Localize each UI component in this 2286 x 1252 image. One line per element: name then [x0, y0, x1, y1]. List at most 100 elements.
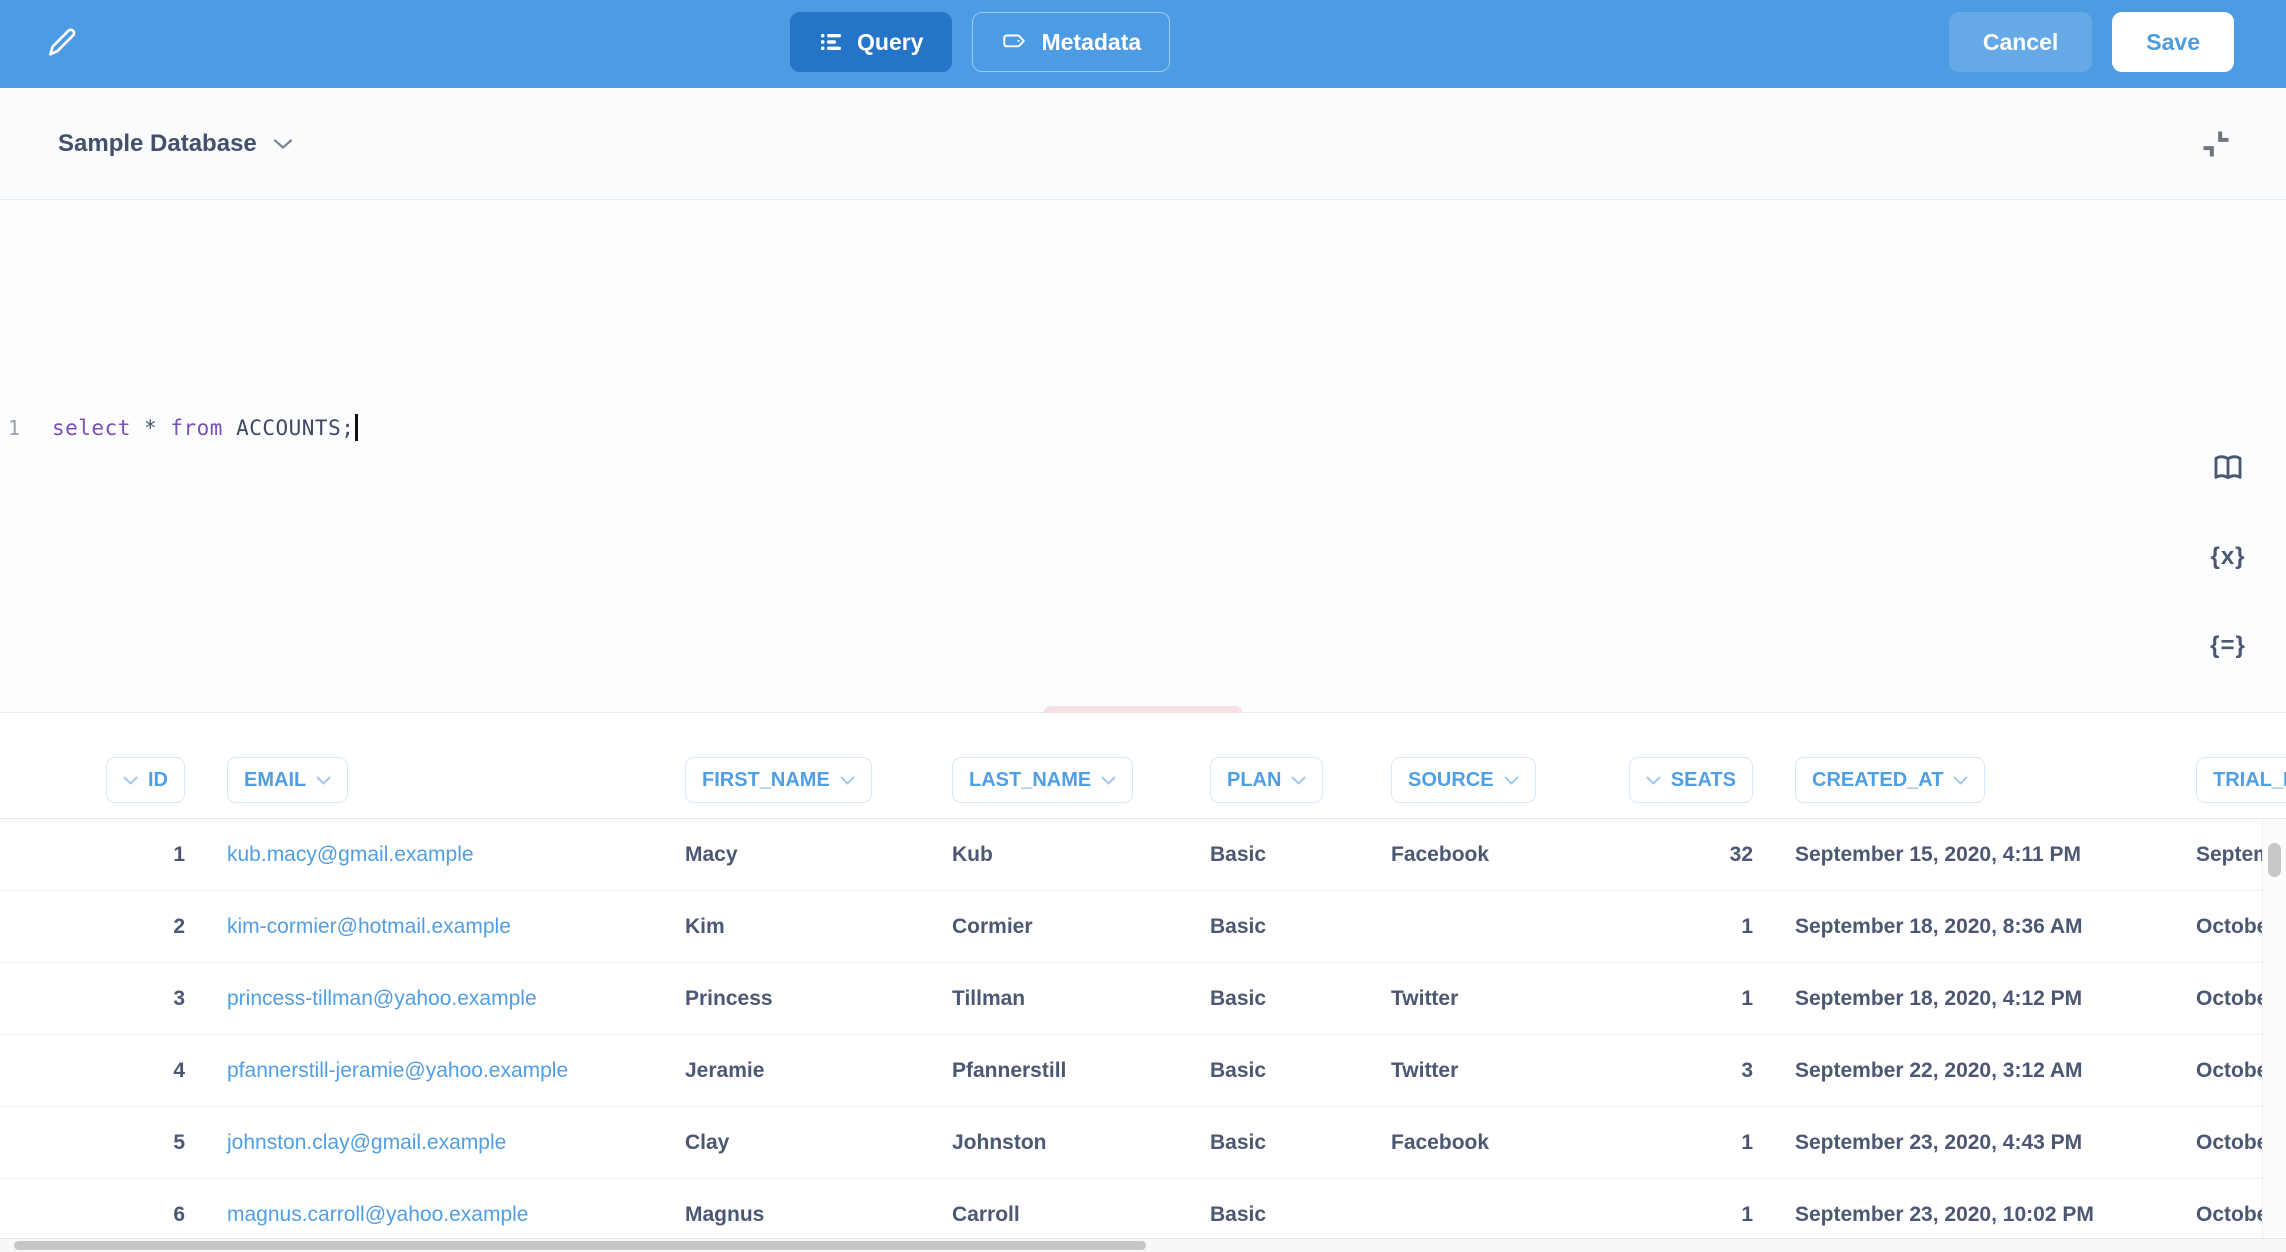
table-row: 1kub.macy@gmail.exampleMacyKubBasicFaceb… [0, 819, 2286, 891]
cell-first_name: Jeramie [659, 1059, 926, 1083]
results-panel: ID EMAIL FIRST_NAME LAST_NAME PLAN SOURCE SEAT… [0, 713, 2286, 1252]
cell-plan: Basic [1184, 1059, 1365, 1083]
cell-id: 6 [60, 1203, 201, 1227]
cell-seats: 1 [1581, 1131, 1769, 1155]
text-cursor [355, 414, 358, 441]
column-header-chip-created_at[interactable]: CREATED_AT [1795, 757, 1985, 803]
table-row: 5johnston.clay@gmail.exampleClayJohnston… [0, 1107, 2286, 1179]
cell-email: kub.macy@gmail.example [201, 843, 659, 867]
cell-created_at: September 18, 2020, 4:12 PM [1769, 987, 2170, 1011]
horizontal-scrollbar [0, 1238, 2286, 1252]
cell-id: 1 [60, 843, 201, 867]
cell-source: Facebook [1365, 1131, 1581, 1155]
email-link[interactable]: kub.macy@gmail.example [227, 843, 474, 866]
column-label: SOURCE [1408, 769, 1494, 792]
cell-email: magnus.carroll@yahoo.example [201, 1203, 659, 1227]
cell-last_name: Cormier [926, 915, 1184, 939]
sort-chevron-icon [840, 776, 855, 785]
cell-created_at: September 18, 2020, 8:36 AM [1769, 915, 2170, 939]
cell-source: Twitter [1365, 1059, 1581, 1083]
cell-last_name: Pfannerstill [926, 1059, 1184, 1083]
column-header-chip-trial_ends[interactable]: TRIAL_ENDS_AT [2196, 757, 2286, 803]
cell-first_name: Princess [659, 987, 926, 1011]
variables-icon[interactable]: {x} [2198, 527, 2258, 587]
sort-chevron-icon [1646, 776, 1661, 785]
cell-id: 5 [60, 1131, 201, 1155]
column-label: LAST_NAME [969, 769, 1091, 792]
column-header-id: ID [60, 757, 201, 818]
cell-created_at: September 23, 2020, 10:02 PM [1769, 1203, 2170, 1227]
cell-first_name: Magnus [659, 1203, 926, 1227]
snippets-icon[interactable]: {=} [2198, 616, 2258, 676]
column-header-chip-id[interactable]: ID [106, 757, 185, 803]
column-header-chip-first_name[interactable]: FIRST_NAME [685, 757, 872, 803]
data-reference-book-icon[interactable] [2198, 438, 2258, 498]
cell-source: Facebook [1365, 843, 1581, 867]
cell-plan: Basic [1184, 987, 1365, 1011]
email-link[interactable]: magnus.carroll@yahoo.example [227, 1203, 528, 1226]
cell-seats: 32 [1581, 843, 1769, 867]
sql-token [131, 416, 144, 440]
sql-token: ACCOUNTS; [236, 416, 354, 440]
tab-query[interactable]: Query [790, 12, 952, 72]
vertical-scrollbar-thumb[interactable] [2268, 843, 2281, 877]
cell-seats: 3 [1581, 1059, 1769, 1083]
cell-plan: Basic [1184, 1203, 1365, 1227]
sql-line: select * from ACCOUNTS; [52, 414, 358, 441]
sql-token: * [144, 416, 157, 440]
sort-chevron-icon [1953, 776, 1968, 785]
database-selector[interactable]: Sample Database [52, 129, 299, 159]
tab-query-label: Query [857, 29, 923, 56]
cell-id: 3 [60, 987, 201, 1011]
email-link[interactable]: pfannerstill-jeramie@yahoo.example [227, 1059, 568, 1082]
cell-last_name: Carroll [926, 1203, 1184, 1227]
sql-token [157, 416, 170, 440]
collapse-editor-button[interactable] [2190, 116, 2246, 172]
email-link[interactable]: princess-tillman@yahoo.example [227, 987, 537, 1010]
sql-token: from [170, 416, 223, 440]
query-editor-window: Query Metadata Cancel Save Sample Databa… [0, 0, 2286, 1252]
column-label: CREATED_AT [1812, 769, 1943, 792]
column-header-chip-seats[interactable]: SEATS [1629, 757, 1753, 803]
save-button[interactable]: Save [2112, 12, 2234, 72]
sort-chevron-icon [1291, 776, 1306, 785]
sort-chevron-icon [123, 776, 138, 785]
chevron-down-icon [273, 138, 293, 150]
column-header-first_name: FIRST_NAME [659, 757, 926, 818]
cell-plan: Basic [1184, 1131, 1365, 1155]
email-link[interactable]: johnston.clay@gmail.example [227, 1131, 506, 1154]
database-name: Sample Database [58, 130, 257, 158]
horizontal-scrollbar-thumb[interactable] [14, 1241, 1146, 1250]
tab-metadata[interactable]: Metadata [972, 12, 1170, 72]
sql-editor[interactable]: 1 select * from ACCOUNTS; {x} {=} [0, 200, 2286, 713]
cell-email: pfannerstill-jeramie@yahoo.example [201, 1059, 659, 1083]
table-row: 3 princess-tillman@yahoo.example Princess T… [0, 963, 2286, 1035]
cell-id: 4 [60, 1059, 201, 1083]
sql-token [223, 416, 236, 440]
list-icon [819, 30, 843, 54]
column-header-chip-plan[interactable]: PLAN [1210, 757, 1323, 803]
column-header-chip-last_name[interactable]: LAST_NAME [952, 757, 1133, 803]
column-header-seats: SEATS [1581, 757, 1769, 818]
column-header-chip-source[interactable]: SOURCE [1391, 757, 1536, 803]
column-header-created_at: CREATED_AT [1769, 757, 2170, 818]
editor-sidebar-rail: {x} {=} [2192, 438, 2264, 705]
cell-seats: 1 [1581, 987, 1769, 1011]
cell-first_name: Macy [659, 843, 926, 867]
vertical-scrollbar [2262, 819, 2286, 1239]
cell-source: Twitter [1365, 987, 1581, 1011]
top-actions: Cancel Save [1949, 12, 2234, 72]
column-header-chip-email[interactable]: EMAIL [227, 757, 348, 803]
column-label: EMAIL [244, 769, 306, 792]
sort-chevron-icon [316, 776, 331, 785]
cell-created_at: September 15, 2020, 4:11 PM [1769, 843, 2170, 867]
email-link[interactable]: kim-cormier@hotmail.example [227, 915, 511, 938]
table-row: 4 pfannerstill-jeramie@yahoo.example Jeram… [0, 1035, 2286, 1107]
column-label: SEATS [1671, 769, 1736, 792]
editor-tabs: Query Metadata [790, 12, 1170, 72]
top-bar: Query Metadata Cancel Save [0, 0, 2286, 88]
cell-first_name: Clay [659, 1131, 926, 1155]
column-label: ID [148, 769, 168, 792]
cancel-button[interactable]: Cancel [1949, 12, 2092, 72]
column-header-last_name: LAST_NAME [926, 757, 1184, 818]
